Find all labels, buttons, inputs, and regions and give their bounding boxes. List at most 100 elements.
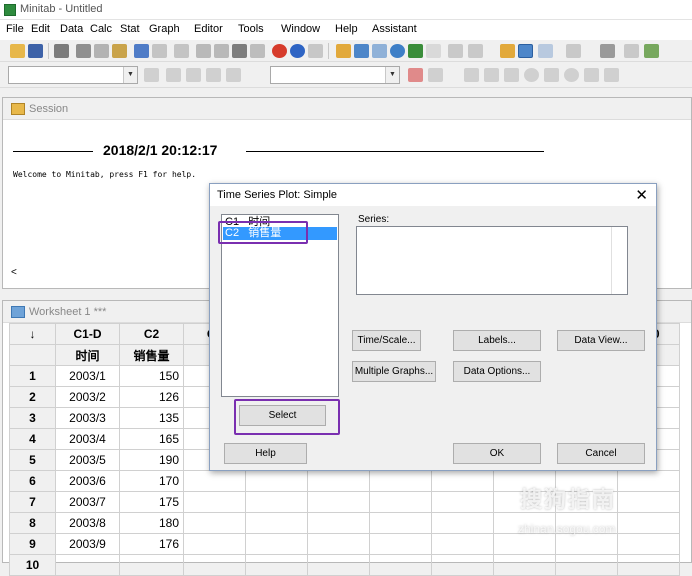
cell-c1[interactable]: 2003/8: [55, 512, 120, 534]
data-options-button[interactable]: Data Options...: [453, 361, 541, 382]
columns-icon[interactable]: [624, 44, 639, 58]
cell-empty[interactable]: [617, 470, 680, 492]
sheet-options-icon[interactable]: [468, 44, 483, 58]
cell-empty[interactable]: [183, 554, 246, 576]
cell-c1[interactable]: 2003/2: [55, 386, 120, 408]
edit-last-dialog-icon[interactable]: [174, 44, 189, 58]
row-number[interactable]: 2: [9, 386, 56, 408]
help-icon[interactable]: [290, 44, 305, 58]
cell-c2[interactable]: [119, 554, 184, 576]
rows-icon[interactable]: [644, 44, 659, 58]
cell-c2[interactable]: 135: [119, 407, 184, 429]
entry-direction-arrow[interactable]: ↓: [9, 323, 56, 345]
cell-empty[interactable]: [245, 554, 308, 576]
save-icon[interactable]: [28, 44, 43, 58]
cell-empty[interactable]: [307, 512, 370, 534]
cell-empty[interactable]: [555, 533, 618, 555]
copy-icon[interactable]: [94, 44, 109, 58]
cell-c2[interactable]: 150: [119, 365, 184, 387]
cell-c2[interactable]: 170: [119, 470, 184, 492]
menu-data[interactable]: Data: [60, 23, 83, 35]
chevron-down-icon[interactable]: ▼: [385, 67, 399, 83]
open-icon[interactable]: [10, 44, 25, 58]
cell-c2[interactable]: 165: [119, 428, 184, 450]
column-id[interactable]: C1-D: [55, 323, 120, 345]
cell-empty[interactable]: [493, 554, 556, 576]
cascade-icon[interactable]: [566, 44, 581, 58]
cell-empty[interactable]: [493, 533, 556, 555]
cell-c1[interactable]: 2003/6: [55, 470, 120, 492]
row-number[interactable]: 6: [9, 470, 56, 492]
menu-graph[interactable]: Graph: [149, 23, 180, 35]
cell-empty[interactable]: [617, 554, 680, 576]
column-name[interactable]: 时间: [55, 344, 120, 366]
formula-icon[interactable]: [600, 44, 615, 58]
draw-line-icon[interactable]: [544, 68, 559, 82]
replace-icon[interactable]: [250, 44, 265, 58]
marker-icon[interactable]: [564, 68, 579, 82]
cell-c2[interactable]: 126: [119, 386, 184, 408]
cell-empty[interactable]: [183, 533, 246, 555]
menu-help[interactable]: Help: [335, 23, 358, 35]
cell-c1[interactable]: 2003/4: [55, 428, 120, 450]
tile-icon[interactable]: [538, 44, 553, 58]
cell-empty[interactable]: [307, 554, 370, 576]
undo-icon[interactable]: [134, 44, 149, 58]
time-scale-button[interactable]: Time/Scale...: [352, 330, 421, 351]
cell-empty[interactable]: [307, 533, 370, 555]
graph-item-combo[interactable]: ▼: [8, 66, 138, 84]
menu-calc[interactable]: Calc: [90, 23, 112, 35]
cell-empty[interactable]: [555, 554, 618, 576]
scroll-left-arrow[interactable]: <: [11, 267, 17, 278]
cell-c2[interactable]: 175: [119, 491, 184, 513]
cell-empty[interactable]: [245, 512, 308, 534]
cell-empty[interactable]: [369, 512, 432, 534]
cell-empty[interactable]: [369, 554, 432, 576]
scrollbar[interactable]: [611, 227, 627, 294]
rectangle-icon[interactable]: [504, 68, 519, 82]
cancel-icon[interactable]: [272, 44, 287, 58]
menu-stat[interactable]: Stat: [120, 23, 140, 35]
ok-button[interactable]: OK: [453, 443, 541, 464]
zoom-icon[interactable]: [428, 68, 443, 82]
report-icon[interactable]: [426, 44, 441, 58]
polygon-icon[interactable]: [584, 68, 599, 82]
polyline-icon[interactable]: [604, 68, 619, 82]
menu-window[interactable]: Window: [281, 23, 320, 35]
menu-assistant[interactable]: Assistant: [372, 23, 417, 35]
row-number[interactable]: 7: [9, 491, 56, 513]
select-arrow-icon[interactable]: [166, 68, 181, 82]
row-number[interactable]: 9: [9, 533, 56, 555]
cell-empty[interactable]: [431, 554, 494, 576]
session-icon[interactable]: [500, 44, 515, 58]
cell-c2[interactable]: 180: [119, 512, 184, 534]
annotation-combo[interactable]: ▼: [270, 66, 400, 84]
cell-c1[interactable]: 2003/5: [55, 449, 120, 471]
row-number[interactable]: 5: [9, 449, 56, 471]
cell-empty[interactable]: [431, 491, 494, 513]
stop-icon[interactable]: [308, 44, 323, 58]
row-number[interactable]: 8: [9, 512, 56, 534]
insert-columns-icon[interactable]: [214, 44, 229, 58]
cell-empty[interactable]: [245, 533, 308, 555]
cell-empty[interactable]: [245, 491, 308, 513]
cell-empty[interactable]: [307, 470, 370, 492]
cell-c2[interactable]: 176: [119, 533, 184, 555]
paste-icon[interactable]: [112, 44, 127, 58]
cell-empty[interactable]: [617, 533, 680, 555]
row-number[interactable]: 3: [9, 407, 56, 429]
brush-icon[interactable]: [144, 68, 159, 82]
worksheet-icon[interactable]: [354, 44, 369, 58]
cell-empty[interactable]: [369, 533, 432, 555]
insert-rows-icon[interactable]: [196, 44, 211, 58]
cell-empty[interactable]: [431, 512, 494, 534]
info-icon[interactable]: [390, 44, 405, 58]
cancel-button[interactable]: Cancel: [557, 443, 645, 464]
cell-c1[interactable]: 2003/3: [55, 407, 120, 429]
column-id[interactable]: C2: [119, 323, 184, 345]
data-view-button[interactable]: Data View...: [557, 330, 645, 351]
worksheet-active-icon[interactable]: [518, 44, 533, 58]
cell-empty[interactable]: [183, 491, 246, 513]
menu-editor[interactable]: Editor: [194, 23, 223, 35]
menu-file[interactable]: File: [6, 23, 24, 35]
